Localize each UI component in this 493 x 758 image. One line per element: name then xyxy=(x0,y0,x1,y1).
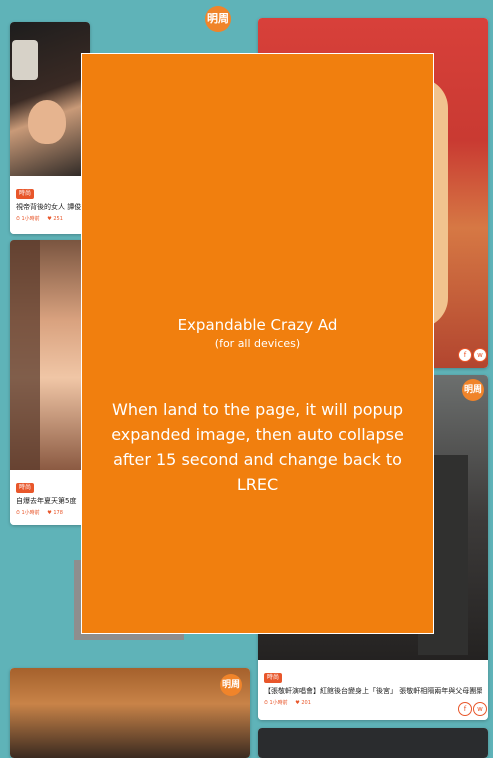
article-meta: ⏱ 1小時前 ♥ 201 xyxy=(264,699,482,706)
article-caption: 時尚 視帝背後的女人 譚俊 ⏱ 1小時前 ♥ 251 xyxy=(10,176,90,234)
ad-description: When land to the page, it will popup exp… xyxy=(111,400,404,494)
article-title[interactable]: 自爆去年夏天第5度 xyxy=(16,496,84,506)
facebook-share-icon[interactable]: f xyxy=(458,348,472,362)
whatsapp-share-icon[interactable]: w xyxy=(473,702,487,716)
time-label: ⏱ 1小時前 xyxy=(16,216,40,222)
facebook-share-icon[interactable]: f xyxy=(458,702,472,716)
article-image xyxy=(258,728,488,758)
brand-logo-icon: 明周 xyxy=(462,379,484,401)
article-card[interactable] xyxy=(258,728,488,758)
category-badge: 時尚 xyxy=(16,483,35,493)
expandable-ad-overlay[interactable]: Expandable Crazy Ad (for all devices) Wh… xyxy=(81,53,434,634)
likes-label: ♥ 178 xyxy=(47,510,63,516)
article-meta: ⏱ 1小時前 ♥ 178 xyxy=(16,509,84,516)
ad-title: Expandable Crazy Ad xyxy=(177,316,338,334)
brand-logo-icon: 明周 xyxy=(205,6,231,32)
article-card[interactable]: 時尚 視帝背後的女人 譚俊 ⏱ 1小時前 ♥ 251 xyxy=(10,22,90,234)
category-badge: 時尚 xyxy=(264,673,283,683)
category-badge: 時尚 xyxy=(16,189,35,199)
article-title[interactable]: 視帝背後的女人 譚俊 xyxy=(16,202,84,212)
brand-logo-icon: 明周 xyxy=(220,674,242,696)
article-caption: 時尚 自爆去年夏天第5度 ⏱ 1小時前 ♥ 178 xyxy=(10,470,90,525)
whatsapp-share-icon[interactable]: w xyxy=(473,348,487,362)
time-label: ⏱ 1小時前 xyxy=(16,510,40,516)
image-detail xyxy=(10,240,40,470)
article-meta: ⏱ 1小時前 ♥ 251 xyxy=(16,215,84,222)
article-caption: 時尚 【張敬軒演唱會】紅館後台變身上「後宮」 張敬軒相隔兩年與父母團聚 ⏱ 1小… xyxy=(258,660,488,720)
ad-subtitle: (for all devices) xyxy=(214,337,301,350)
article-title[interactable]: 【張敬軒演唱會】紅館後台變身上「後宮」 張敬軒相隔兩年與父母團聚 xyxy=(264,686,482,696)
likes-label: ♥ 201 xyxy=(295,700,311,706)
image-detail xyxy=(12,40,38,80)
article-card[interactable]: 時尚 自爆去年夏天第5度 ⏱ 1小時前 ♥ 178 xyxy=(10,240,90,525)
likes-label: ♥ 251 xyxy=(47,216,63,222)
article-image xyxy=(10,22,90,176)
article-image xyxy=(10,240,90,470)
time-label: ⏱ 1小時前 xyxy=(264,700,288,706)
image-detail xyxy=(28,100,66,144)
brand-logo-text: 明周 xyxy=(207,12,229,25)
